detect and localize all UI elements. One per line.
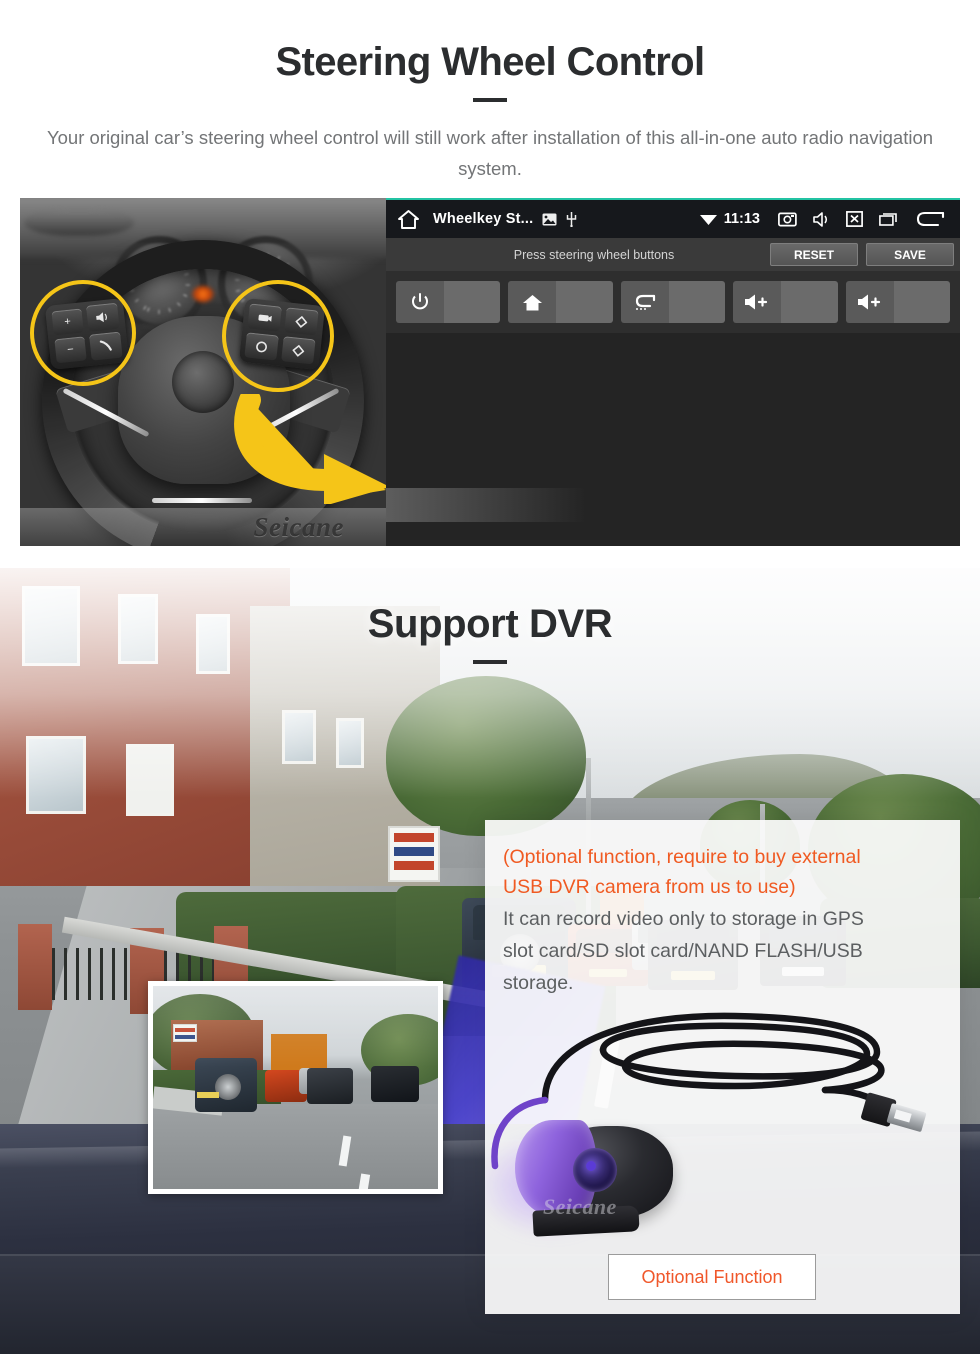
android-status-bar: Wheelkey St... 11:13 <box>386 200 960 238</box>
sign-bar <box>394 833 434 842</box>
sign-bar <box>394 847 434 856</box>
wheelkey-toolbar: Press steering wheel buttons RESET SAVE <box>386 238 960 271</box>
dvr-title: Support DVR <box>367 602 613 646</box>
volume-up-icon <box>733 281 782 323</box>
camera-watermark: Seicane <box>543 1194 617 1219</box>
save-button[interactable]: SAVE <box>866 243 954 266</box>
camera-lens <box>573 1148 617 1192</box>
image-icon <box>542 213 557 226</box>
mute-icon[interactable] <box>813 211 830 227</box>
dvr-body-line-1: It can record video only to storage in G… <box>503 908 864 930</box>
wheelkey-value <box>444 281 501 323</box>
product-description-page: Steering Wheel Control Your original car… <box>0 0 980 1354</box>
wifi-icon <box>699 212 718 226</box>
highlight-ring-left <box>30 280 136 386</box>
wheelkey-slot-power[interactable] <box>396 281 501 323</box>
swc-media-band: + − Seicane Wheelkey St... 11:13 Press s… <box>20 198 960 546</box>
home-icon[interactable] <box>398 209 419 229</box>
brick-pillar <box>18 924 52 1010</box>
status-clock: 11:13 <box>723 211 760 227</box>
dvr-camera-product-image: Seicane <box>485 980 960 1250</box>
head-unit-screen: Wheelkey St... 11:13 Press steering whee… <box>386 198 960 546</box>
wheelkey-mapping-row <box>386 271 960 333</box>
wheelkey-slot-volume-up-1[interactable] <box>733 281 838 323</box>
seicane-watermark-bar: Seicane <box>20 508 386 546</box>
recent-apps-icon[interactable] <box>879 212 898 226</box>
curved-arrow-right-icon <box>234 389 386 506</box>
wheelkey-value <box>556 281 613 323</box>
back-arrow-icon[interactable] <box>916 210 945 229</box>
reset-button[interactable]: RESET <box>770 243 858 266</box>
home-icon <box>508 281 557 323</box>
volume-up-icon <box>845 281 894 323</box>
section-subtitle: Your original car’s steering wheel contr… <box>46 127 934 179</box>
power-icon <box>396 281 445 323</box>
title-divider <box>473 98 507 102</box>
dvr-info-panel: (Optional function, require to buy exter… <box>485 820 960 1314</box>
usb-icon <box>566 211 577 227</box>
optional-function-button[interactable]: Optional Function <box>608 1254 816 1300</box>
for-sale-sign <box>388 826 440 882</box>
wheelkey-value <box>668 281 726 323</box>
wheelkey-empty-area <box>386 333 960 546</box>
flow-arrow <box>228 389 386 506</box>
steering-wheel-control-section: Steering Wheel Control Your original car… <box>0 0 980 568</box>
wheelkey-slot-volume-up-2[interactable] <box>845 281 951 323</box>
close-box-icon[interactable] <box>846 211 863 227</box>
air-vent <box>24 210 134 236</box>
dvr-highlight-line-2: USB DVR camera from us to use) <box>503 876 796 898</box>
steering-wheel-photo: + − Seicane <box>20 198 386 546</box>
page-title: Steering Wheel Control <box>275 40 705 84</box>
dvr-title-divider <box>473 660 507 664</box>
screenshot-icon[interactable] <box>778 212 797 227</box>
highlight-ring-right <box>222 280 334 392</box>
back-icon <box>620 281 669 323</box>
wheelkey-value <box>781 281 838 323</box>
dvr-body-line-2: slot card/SD slot card/NAND FLASH/USB <box>503 940 863 962</box>
app-title: Wheelkey St... <box>433 211 534 227</box>
garden-railing <box>52 948 130 1000</box>
sign-bar <box>394 861 434 870</box>
wheelkey-value <box>893 281 951 323</box>
airbag-emblem <box>172 351 234 413</box>
seicane-watermark: Seicane <box>253 511 344 542</box>
usb-metal-tip <box>886 1103 927 1133</box>
toolbar-hint: Press steering wheel buttons <box>513 247 675 262</box>
head-unit-watermark-bar <box>386 488 586 522</box>
dvr-panel-text: (Optional function, require to buy exter… <box>503 842 943 998</box>
wheelkey-slot-home[interactable] <box>508 281 613 323</box>
wheelkey-slot-back[interactable] <box>620 281 726 323</box>
dvr-highlight-line-1: (Optional function, require to buy exter… <box>503 846 861 868</box>
dashcam-preview-inset <box>148 981 443 1194</box>
